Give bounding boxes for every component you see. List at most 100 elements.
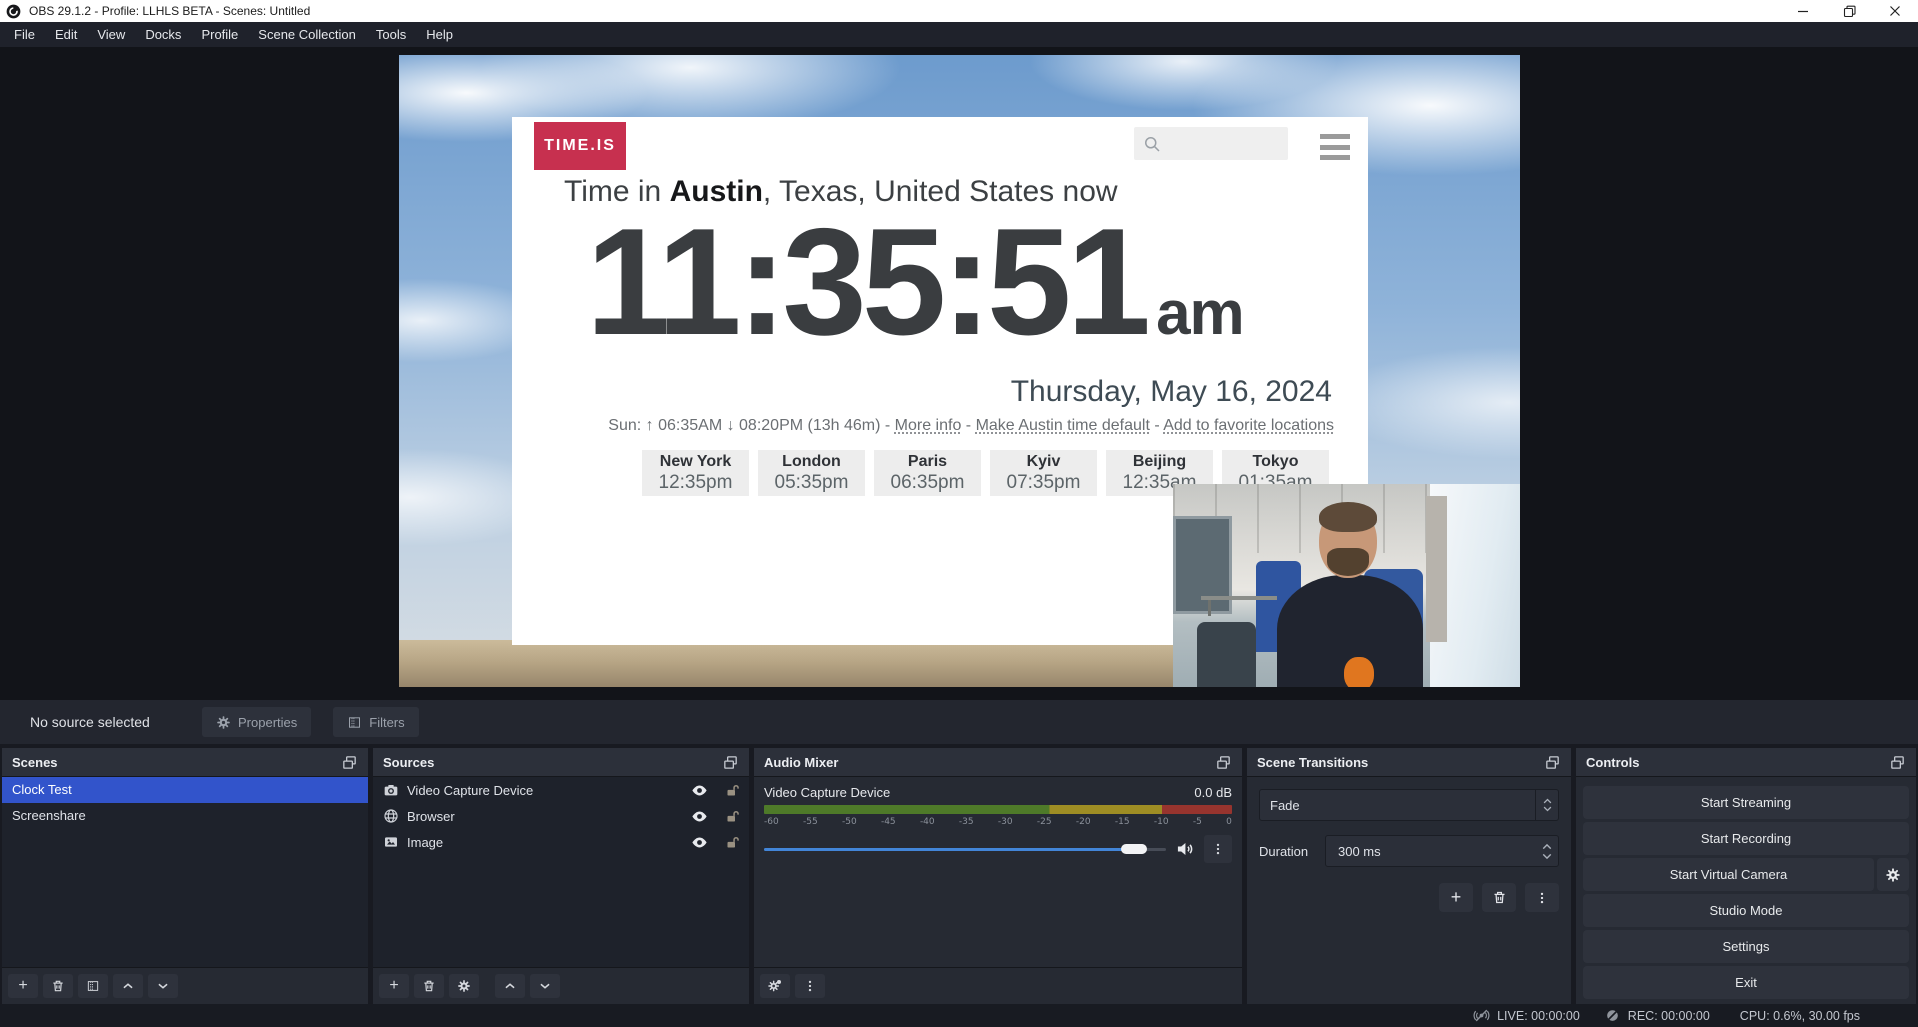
menu-file[interactable]: File (4, 22, 45, 47)
exit-button[interactable]: Exit (1583, 966, 1909, 999)
move-scene-up-button[interactable] (113, 974, 143, 998)
chevron-down-icon (1543, 806, 1552, 812)
scene-item-screenshare[interactable]: Screenshare (2, 803, 368, 829)
hamburger-menu-icon[interactable] (1320, 134, 1350, 160)
menu-docks[interactable]: Docks (135, 22, 191, 47)
select-arrows[interactable] (1535, 790, 1558, 820)
world-clock-paris[interactable]: Paris06:35pm (874, 450, 981, 496)
menu-edit[interactable]: Edit (45, 22, 87, 47)
popout-icon[interactable] (722, 754, 739, 771)
transition-select[interactable]: Fade (1259, 789, 1559, 821)
add-transition-button[interactable]: + (1439, 883, 1473, 912)
world-clock-new-york[interactable]: New York12:35pm (642, 450, 749, 496)
scenes-panel: Scenes Clock Test Screenshare + (2, 748, 368, 1004)
menu-profile[interactable]: Profile (191, 22, 248, 47)
program-preview[interactable]: TIME.IS Time in Austin, Texas, United St… (399, 55, 1520, 687)
remove-source-button[interactable] (414, 974, 444, 998)
filters-button[interactable]: Filters (333, 707, 418, 737)
move-scene-down-button[interactable] (148, 974, 178, 998)
obs-logo-icon (6, 4, 21, 19)
scene-filters-button[interactable] (78, 974, 108, 998)
move-source-up-button[interactable] (495, 974, 525, 998)
remove-transition-button[interactable] (1482, 883, 1516, 912)
make-default-link[interactable]: Make Austin time default (976, 417, 1150, 434)
popout-icon[interactable] (1215, 754, 1232, 771)
chevron-up-icon (1543, 798, 1552, 804)
close-button[interactable] (1872, 0, 1918, 22)
source-item-image[interactable]: Image (373, 829, 749, 855)
popout-icon[interactable] (1889, 754, 1906, 771)
visibility-eye-icon[interactable] (691, 782, 708, 799)
visibility-eye-icon[interactable] (691, 808, 708, 825)
search-input[interactable] (1134, 127, 1288, 160)
minimize-button[interactable] (1780, 0, 1826, 22)
start-virtual-camera-button[interactable]: Start Virtual Camera (1583, 858, 1874, 891)
scenes-toolbar: + (2, 967, 368, 1004)
chevron-up-icon (503, 979, 517, 993)
globe-icon (383, 808, 399, 824)
popout-icon[interactable] (341, 754, 358, 771)
sun-info: Sun: ↑ 06:35AM ↓ 08:20PM (13h 46m) - Mor… (512, 417, 1368, 435)
world-clock-kyiv[interactable]: Kyiv07:35pm (990, 450, 1097, 496)
properties-button[interactable]: Properties (202, 707, 311, 737)
meter-scale: -60-55-50-45-40-35-30-25-20-15-10-50 (764, 817, 1232, 827)
mixer-menu-button[interactable] (795, 974, 825, 998)
current-date: Thursday, May 16, 2024 (1011, 375, 1332, 409)
window-controls (1780, 0, 1918, 22)
duration-label: Duration (1259, 844, 1325, 859)
scenes-header: Scenes (2, 748, 368, 777)
sources-panel: Sources Video Capture Device Browser (373, 748, 749, 1004)
mixer-channel: Video Capture Device 0.0 dB -60-55-50-45… (754, 777, 1242, 967)
volume-slider[interactable] (764, 843, 1166, 855)
lock-icon[interactable] (725, 783, 740, 798)
audio-mixer-panel: Audio Mixer Video Capture Device 0.0 dB … (754, 748, 1242, 1004)
settings-button[interactable]: Settings (1583, 930, 1909, 963)
add-source-button[interactable]: + (379, 974, 409, 998)
start-recording-button[interactable]: Start Recording (1583, 822, 1909, 855)
world-clock-london[interactable]: London05:35pm (758, 450, 865, 496)
source-properties-button[interactable] (449, 974, 479, 998)
more-info-link[interactable]: More info (895, 417, 962, 434)
spin-arrows[interactable] (1536, 843, 1558, 860)
controls-body: Start Streaming Start Recording Start Vi… (1576, 777, 1916, 1004)
channel-menu-button[interactable] (1204, 835, 1232, 863)
studio-mode-button[interactable]: Studio Mode (1583, 894, 1909, 927)
menu-scene-collection[interactable]: Scene Collection (248, 22, 366, 47)
image-icon (383, 834, 399, 850)
dots-vertical-icon (1211, 842, 1225, 856)
visibility-eye-icon[interactable] (691, 834, 708, 851)
duration-spinbox[interactable]: 300 ms (1325, 835, 1559, 867)
virtual-camera-settings-button[interactable] (1877, 858, 1909, 891)
move-source-down-button[interactable] (530, 974, 560, 998)
scene-item-clock-test[interactable]: Clock Test (2, 777, 368, 803)
status-bar: LIVE: 00:00:00 REC: 00:00:00 CPU: 0.6%, … (0, 1004, 1918, 1027)
source-item-browser[interactable]: Browser (373, 803, 749, 829)
remove-scene-button[interactable] (43, 974, 73, 998)
double-gear-icon (767, 978, 783, 994)
chevron-up-icon (1542, 843, 1552, 850)
search-icon (1142, 134, 1162, 154)
add-scene-button[interactable]: + (8, 974, 38, 998)
record-inactive-icon (1604, 1007, 1621, 1024)
lock-icon[interactable] (725, 809, 740, 824)
source-item-video-capture[interactable]: Video Capture Device (373, 777, 749, 803)
chevron-down-icon (1542, 853, 1552, 860)
dots-vertical-icon (803, 979, 817, 993)
transition-menu-button[interactable] (1525, 883, 1559, 912)
advanced-audio-button[interactable] (760, 974, 790, 998)
menubar: File Edit View Docks Profile Scene Colle… (0, 22, 1918, 47)
popout-icon[interactable] (1544, 754, 1561, 771)
restore-button[interactable] (1826, 0, 1872, 22)
live-timer: LIVE: 00:00:00 (1497, 1009, 1580, 1023)
menu-tools[interactable]: Tools (366, 22, 416, 47)
menu-view[interactable]: View (87, 22, 135, 47)
trash-icon (51, 979, 65, 993)
menu-help[interactable]: Help (416, 22, 463, 47)
speaker-icon[interactable] (1175, 839, 1195, 859)
volume-slider-handle[interactable] (1121, 844, 1147, 854)
lock-icon[interactable] (725, 835, 740, 850)
webcam-pillar (1426, 496, 1447, 642)
start-streaming-button[interactable]: Start Streaming (1583, 786, 1909, 819)
filters-icon (347, 715, 362, 730)
add-favorite-link[interactable]: Add to favorite locations (1163, 417, 1334, 434)
